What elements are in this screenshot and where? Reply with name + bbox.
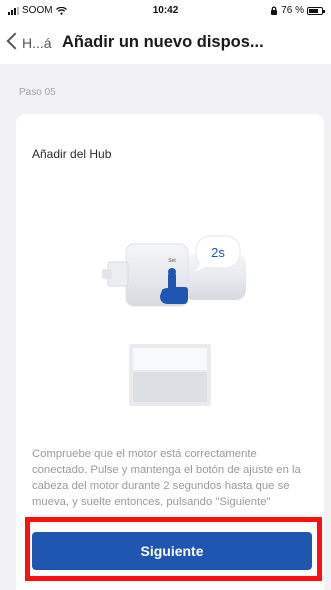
card-title: Añadir del Hub [32, 147, 112, 161]
instruction-text: Compruebe que el motor está correctament… [32, 448, 301, 508]
hub-illustration [129, 344, 211, 406]
status-bar: SOOM 10:42 76 % [0, 0, 331, 22]
page-title: Añadir un nuevo dispos... [62, 33, 264, 51]
battery-percent: 76 % [281, 5, 304, 16]
motor-hold-button-illustration: 2s Set [102, 235, 246, 307]
set-button-label: Set [168, 258, 176, 264]
back-chevron-icon[interactable] [6, 32, 24, 50]
battery-level [309, 8, 319, 13]
step-label: Paso 05 [19, 87, 56, 98]
status-right: 76 % [270, 5, 325, 16]
orientation-lock-icon [271, 6, 278, 15]
back-button-label[interactable]: H...á [22, 35, 52, 51]
battery-icon [307, 6, 325, 15]
nav-bar: H...á Añadir un nuevo dispos... [0, 22, 331, 64]
hold-time-label: 2s [211, 245, 225, 260]
next-button[interactable]: Siguiente [32, 532, 312, 570]
content-card: Añadir del Hub 2s Set Compruebe que el m… [16, 114, 324, 590]
